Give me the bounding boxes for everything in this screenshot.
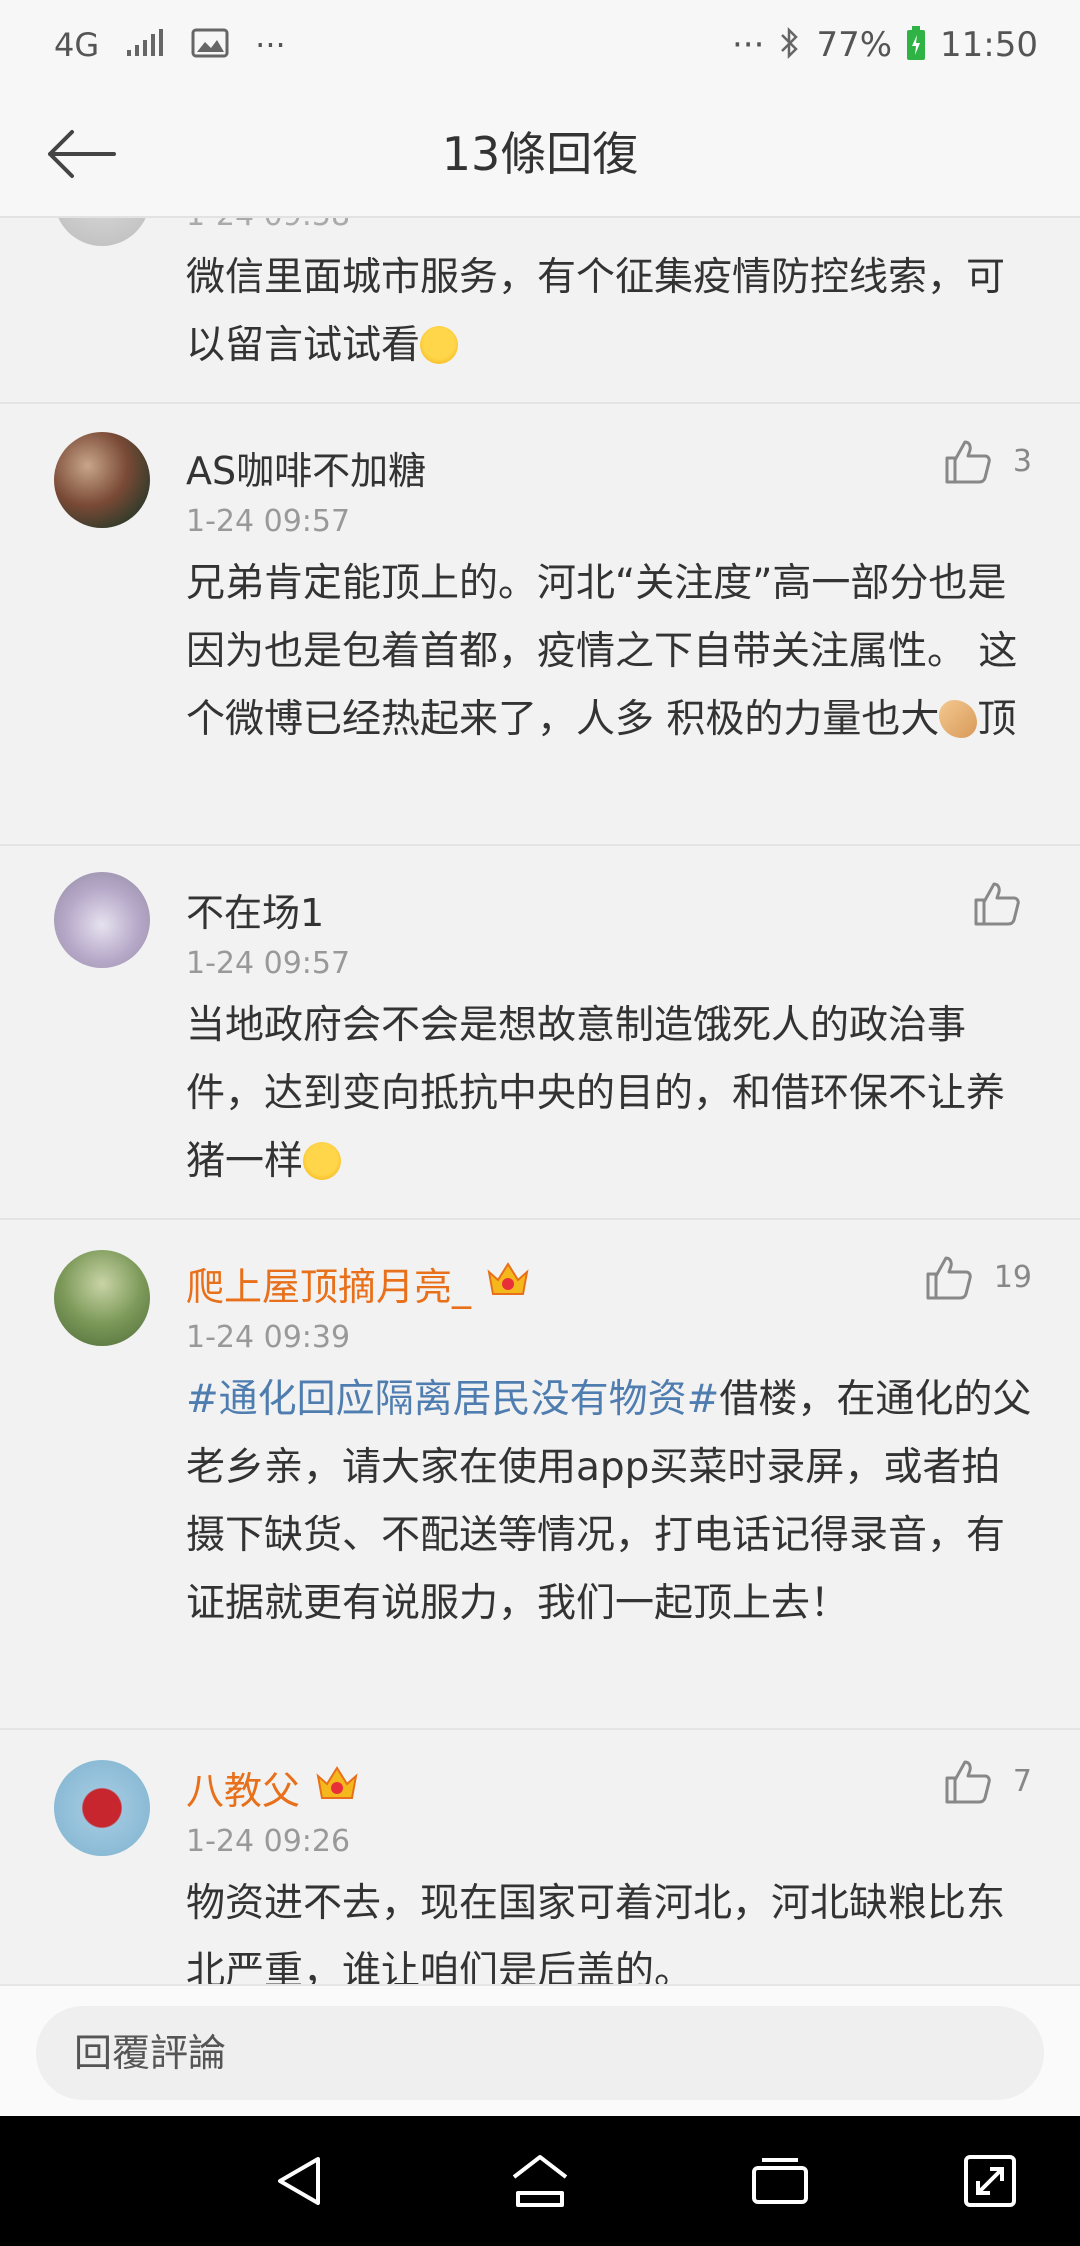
- battery-icon: [906, 25, 926, 65]
- username-text: 爬上屋顶摘月亮_: [186, 1265, 472, 1309]
- like-button[interactable]: [972, 880, 1020, 926]
- comment-timestamp: 1-24 09:58: [186, 218, 350, 233]
- battery-percent: 77%: [816, 25, 893, 65]
- comment-text: 当地政府会不会是想故意制造饿死人的政治事件，达到变向抵抗中央的目的，和借环保不让…: [186, 992, 1036, 1196]
- nav-home-icon: [512, 2155, 568, 2207]
- image-icon: [191, 28, 229, 62]
- laughing-emoji-icon: [420, 326, 459, 364]
- comment-username[interactable]: AS咖啡不加糖: [186, 440, 426, 495]
- hashtag-link[interactable]: #通化回应隔离居民没有物资#: [186, 1377, 719, 1422]
- comment-username[interactable]: 不在场1: [186, 882, 324, 937]
- comment-text: #通化回应隔离居民没有物资#借楼，在通化的父老乡亲，请大家在使用app买菜时录屏…: [186, 1366, 1036, 1638]
- bluetooth-icon: [778, 25, 802, 65]
- comment-text-content: 微信里面城市服务，有个征集疫情防控线索，可以留言试试看: [186, 255, 1006, 368]
- nav-recents-button[interactable]: [750, 2151, 810, 2211]
- status-bar: 4G ··· ··· 77% 11:50: [0, 0, 1080, 90]
- page-title: 13條回復: [441, 127, 639, 181]
- comment-username-vip[interactable]: 爬上屋顶摘月亮_: [186, 1256, 531, 1311]
- avatar[interactable]: [54, 218, 150, 246]
- signal-icon: [125, 28, 165, 62]
- avatar[interactable]: [54, 432, 150, 528]
- comment-username-vip[interactable]: 八教父: [186, 1760, 360, 1815]
- nav-back-button[interactable]: [270, 2151, 330, 2211]
- reply-bar: 回覆評論: [0, 1984, 1080, 2116]
- clock: 11:50: [940, 25, 1038, 65]
- comment-timestamp: 1-24 09:39: [186, 1320, 351, 1355]
- like-button[interactable]: 3: [943, 438, 1032, 484]
- comment-item: 爬上屋顶摘月亮_ 19 1-24 09:39 #通化回应隔离居民没有物资#借楼，…: [0, 1218, 1080, 1728]
- like-count: 19: [993, 1259, 1032, 1295]
- comment-list[interactable]: 1-24 09:58 微信里面城市服务，有个征集疫情防控线索，可以留言试试看 A…: [0, 218, 1080, 1984]
- flexed-biceps-emoji-icon: [939, 700, 978, 738]
- comment-timestamp: 1-24 09:57: [186, 504, 351, 539]
- thumbs-up-icon: [945, 440, 991, 484]
- crown-badge-icon: [485, 1258, 531, 1309]
- status-right: ··· 77% 11:50: [732, 20, 1038, 70]
- nav-recents-icon: [752, 2158, 808, 2204]
- back-button[interactable]: [38, 118, 122, 190]
- nav-back-icon: [278, 2157, 320, 2205]
- username-text: 八教父: [186, 1769, 301, 1813]
- status-left: 4G ···: [54, 20, 286, 70]
- thumbs-up-icon: [926, 1256, 972, 1300]
- comment-text-content: 兄弟肯定能顶上的。河北“关注度”高一部分也是因为也是包着首都，疫情之下自带关注属…: [186, 561, 1018, 742]
- nav-home-button[interactable]: [510, 2151, 570, 2211]
- comment-text-tail: 顶: [977, 697, 1017, 742]
- comment-item: 不在场1 1-24 09:57 当地政府会不会是想故意制造饿死人的政治事件，达到…: [0, 844, 1080, 1218]
- comment-text: 兄弟肯定能顶上的。河北“关注度”高一部分也是因为也是包着首都，疫情之下自带关注属…: [186, 550, 1036, 754]
- like-count: 7: [1012, 1763, 1032, 1799]
- more-notifications-label: ···: [255, 26, 286, 64]
- navigation-bar: 13條回復: [0, 90, 1080, 218]
- thumbs-up-icon: [974, 882, 1020, 926]
- avatar[interactable]: [54, 1250, 150, 1346]
- reply-comment-input[interactable]: 回覆評論: [36, 2006, 1044, 2100]
- system-navigation-bar: [0, 2116, 1080, 2246]
- back-arrow-icon: [48, 130, 116, 178]
- avatar[interactable]: [54, 872, 150, 968]
- avatar[interactable]: [54, 1760, 150, 1856]
- like-count: 3: [1012, 443, 1032, 479]
- like-button[interactable]: 19: [924, 1254, 1032, 1300]
- comment-text: 微信里面城市服务，有个征集疫情防控线索，可以留言试试看: [186, 244, 1036, 380]
- nav-expand-button[interactable]: [960, 2151, 1020, 2211]
- more-status-label: ···: [732, 25, 765, 65]
- comment-timestamp: 1-24 09:57: [186, 946, 351, 981]
- thinking-emoji-icon: [303, 1142, 342, 1180]
- network-type-label: 4G: [54, 26, 100, 64]
- nav-expand-icon: [964, 2155, 1016, 2207]
- like-button[interactable]: 7: [943, 1758, 1032, 1804]
- comment-timestamp: 1-24 09:26: [186, 1824, 351, 1859]
- thumbs-up-icon: [945, 1760, 991, 1804]
- comment-text: 物资进不去，现在国家可着河北，河北缺粮比东北严重，谁让咱们是后盖的。: [186, 1881, 1006, 1984]
- crown-badge-icon: [314, 1762, 360, 1813]
- comment-item: 八教父 7 1-24 09:26 物资进不去，现在国家可着河北，河北缺粮比东北严…: [0, 1728, 1080, 1984]
- comment-item: AS咖啡不加糖 3 1-24 09:57 兄弟肯定能顶上的。河北“关注度”高一部…: [0, 402, 1080, 844]
